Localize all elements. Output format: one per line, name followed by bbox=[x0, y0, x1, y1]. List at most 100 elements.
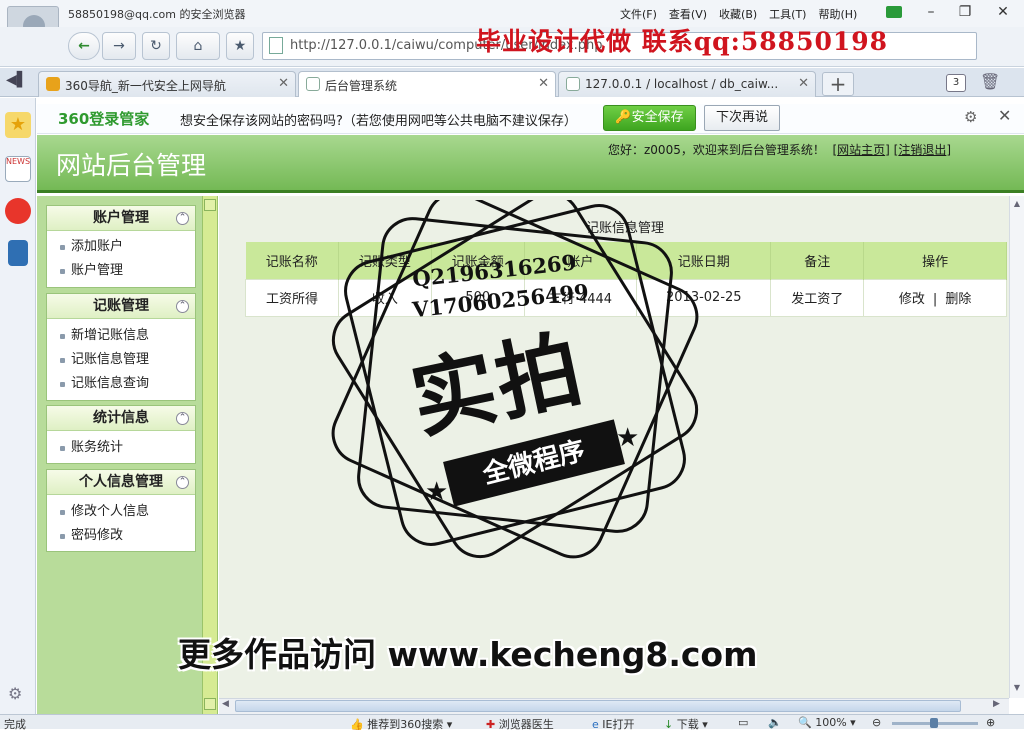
collapse-icon[interactable]: ⌃ bbox=[176, 300, 189, 313]
collapse-icon[interactable]: ⌃ bbox=[176, 476, 189, 489]
favorite-star-icon[interactable]: ★ bbox=[226, 32, 254, 60]
password-settings-icon[interactable]: ⚙ bbox=[964, 108, 977, 126]
scroll-right-icon[interactable]: ▶ bbox=[993, 699, 1000, 709]
zoom-control[interactable]: 🔍 100% ▾ bbox=[798, 716, 856, 729]
menu-group-title: 统计信息 bbox=[93, 410, 149, 426]
recommend-label: 推荐到360搜索 bbox=[367, 718, 444, 731]
minimize-icon[interactable]: – bbox=[918, 2, 944, 22]
skin-icon[interactable] bbox=[886, 6, 902, 18]
welcome-text: 您好：z0005，欢迎来到后台管理系统！ bbox=[608, 143, 825, 157]
menu-item-account-manage[interactable]: 账户管理 bbox=[47, 259, 195, 283]
news-icon[interactable]: NEWS bbox=[5, 156, 31, 182]
svg-text:★: ★ bbox=[425, 477, 448, 507]
password-save-message: 想安全保存该网站的密码吗?（若您使用网吧等公共电脑不建议保存） bbox=[180, 114, 577, 129]
horizontal-scroll-thumb[interactable] bbox=[235, 700, 961, 712]
status-text: 完成 bbox=[4, 718, 26, 731]
tab-close-icon[interactable]: ✕ bbox=[538, 76, 549, 91]
menu-group-title: 个人信息管理 bbox=[79, 474, 163, 490]
trash-icon[interactable]: 🗑 bbox=[980, 72, 1000, 91]
sidebar-toggle-icon[interactable]: ◀▌ bbox=[6, 72, 28, 88]
tab-360-icon bbox=[46, 77, 60, 91]
menu-item-edit-profile[interactable]: 修改个人信息 bbox=[47, 500, 195, 524]
browser-side-strip bbox=[0, 98, 36, 714]
menu-group-header[interactable]: 账户管理 ⌃ bbox=[47, 206, 195, 231]
later-button[interactable]: 下次再说 bbox=[704, 105, 780, 131]
forward-icon[interactable]: → bbox=[102, 32, 136, 60]
tab-phpmyadmin[interactable]: 127.0.0.1 / localhost / db_caiw... ✕ bbox=[558, 71, 816, 97]
menu-group-stats: 统计信息 ⌃ 账务统计 bbox=[46, 405, 196, 464]
admin-title: 网站后台管理 bbox=[56, 151, 207, 180]
doctor-label: 浏览器医生 bbox=[498, 718, 554, 731]
zoom-out-icon[interactable]: ⊖ bbox=[872, 716, 881, 729]
ie-icon: e bbox=[592, 718, 599, 731]
menu-favorites[interactable]: 收藏(B) bbox=[719, 6, 757, 22]
menu-tools[interactable]: 工具(T) bbox=[769, 6, 806, 22]
collapse-icon[interactable]: ⌃ bbox=[176, 212, 189, 225]
menu-view[interactable]: 查看(V) bbox=[669, 6, 707, 22]
maximize-icon[interactable]: ❐ bbox=[952, 2, 978, 22]
login-manager-logo: 360登录管家 bbox=[58, 110, 150, 128]
save-password-label: 安全保存 bbox=[631, 110, 684, 125]
home-icon[interactable]: ⌂ bbox=[176, 32, 220, 60]
menu-group-account: 账户管理 ⌃ 添加账户 账户管理 bbox=[46, 205, 196, 288]
mobile-icon[interactable] bbox=[8, 240, 28, 266]
new-tab-icon[interactable]: + bbox=[822, 72, 854, 96]
save-password-button[interactable]: 🔑安全保存 bbox=[603, 105, 696, 131]
browser-account-title: 58850198@qq.com 的安全浏览器 bbox=[68, 8, 246, 21]
tab-label: 127.0.0.1 / localhost / db_caiw... bbox=[585, 77, 779, 91]
menu-file[interactable]: 文件(F) bbox=[620, 6, 657, 22]
thumb-icon: 👍 bbox=[350, 718, 364, 731]
scroll-left-icon[interactable]: ◀ bbox=[222, 699, 229, 709]
tab-close-icon[interactable]: ✕ bbox=[798, 76, 809, 91]
tab-count-badge[interactable]: 3 bbox=[946, 74, 966, 92]
tab-page-icon bbox=[566, 77, 580, 91]
ie-open-button[interactable]: e IE打开 bbox=[592, 716, 634, 732]
tab-page-icon bbox=[306, 77, 320, 91]
column-header: 记账名称 bbox=[245, 242, 339, 279]
zoom-slider-handle[interactable] bbox=[930, 718, 938, 728]
refresh-icon[interactable]: ↻ bbox=[142, 32, 170, 60]
tab-admin[interactable]: 后台管理系统 ✕ bbox=[298, 71, 556, 97]
menu-item-add-record[interactable]: 新增记账信息 bbox=[47, 324, 195, 348]
action-separator: | bbox=[932, 292, 938, 307]
key-icon: 🔑 bbox=[615, 110, 632, 125]
screen-icon[interactable]: ▭ bbox=[738, 716, 748, 729]
edit-link[interactable]: 修改 bbox=[899, 292, 925, 307]
back-icon[interactable]: ← bbox=[68, 32, 100, 60]
splitter-bottom-handle[interactable] bbox=[204, 698, 216, 710]
close-window-icon[interactable]: ✕ bbox=[990, 2, 1016, 22]
menu-item-record-query[interactable]: 记账信息查询 bbox=[47, 372, 195, 396]
delete-link[interactable]: 删除 bbox=[945, 292, 971, 307]
download-button[interactable]: ↓ 下载 ▾ bbox=[664, 716, 708, 732]
menu-group-profile: 个人信息管理 ⌃ 修改个人信息 密码修改 bbox=[46, 469, 196, 552]
collapse-icon[interactable]: ⌃ bbox=[176, 412, 189, 425]
menu-item-add-account[interactable]: 添加账户 bbox=[47, 235, 195, 259]
tab-360-nav[interactable]: 360导航_新一代安全上网导航 ✕ bbox=[38, 71, 296, 97]
menu-group-records: 记账管理 ⌃ 新增记账信息 记账信息管理 记账信息查询 bbox=[46, 293, 196, 401]
cell-note: 发工资了 bbox=[770, 278, 865, 317]
doctor-icon: ✚ bbox=[486, 718, 496, 731]
home-link[interactable]: 网站主页 bbox=[837, 143, 885, 157]
menu-item-change-password[interactable]: 密码修改 bbox=[47, 524, 195, 548]
menu-group-header[interactable]: 统计信息 ⌃ bbox=[47, 406, 195, 431]
sound-icon[interactable]: 🔈 bbox=[768, 716, 782, 729]
menu-item-account-stats[interactable]: 账务统计 bbox=[47, 436, 195, 460]
browser-doctor-button[interactable]: ✚ 浏览器医生 bbox=[486, 716, 554, 732]
tab-label: 360导航_新一代安全上网导航 bbox=[65, 79, 226, 93]
logout-link[interactable]: 注销退出 bbox=[898, 143, 946, 157]
splitter-top-handle[interactable] bbox=[204, 199, 216, 211]
download-icon: ↓ bbox=[664, 718, 674, 731]
vertical-scrollbar[interactable]: ▲ ▼ bbox=[1009, 196, 1024, 698]
menu-help[interactable]: 帮助(H) bbox=[818, 6, 857, 22]
cell-name: 工资所得 bbox=[245, 278, 339, 317]
settings-gear-icon[interactable]: ⚙ bbox=[8, 684, 22, 703]
recommend-search-button[interactable]: 👍 推荐到360搜索 ▾ bbox=[350, 716, 452, 732]
menu-item-record-manage[interactable]: 记账信息管理 bbox=[47, 348, 195, 372]
zoom-in-icon[interactable]: ⊕ bbox=[986, 716, 995, 729]
password-bar-close-icon[interactable]: ✕ bbox=[998, 106, 1011, 125]
menu-group-header[interactable]: 记账管理 ⌃ bbox=[47, 294, 195, 319]
weibo-icon[interactable] bbox=[5, 198, 31, 224]
menu-group-header[interactable]: 个人信息管理 ⌃ bbox=[47, 470, 195, 495]
favorites-star-icon[interactable]: ★ bbox=[5, 112, 31, 138]
tab-close-icon[interactable]: ✕ bbox=[278, 76, 289, 91]
